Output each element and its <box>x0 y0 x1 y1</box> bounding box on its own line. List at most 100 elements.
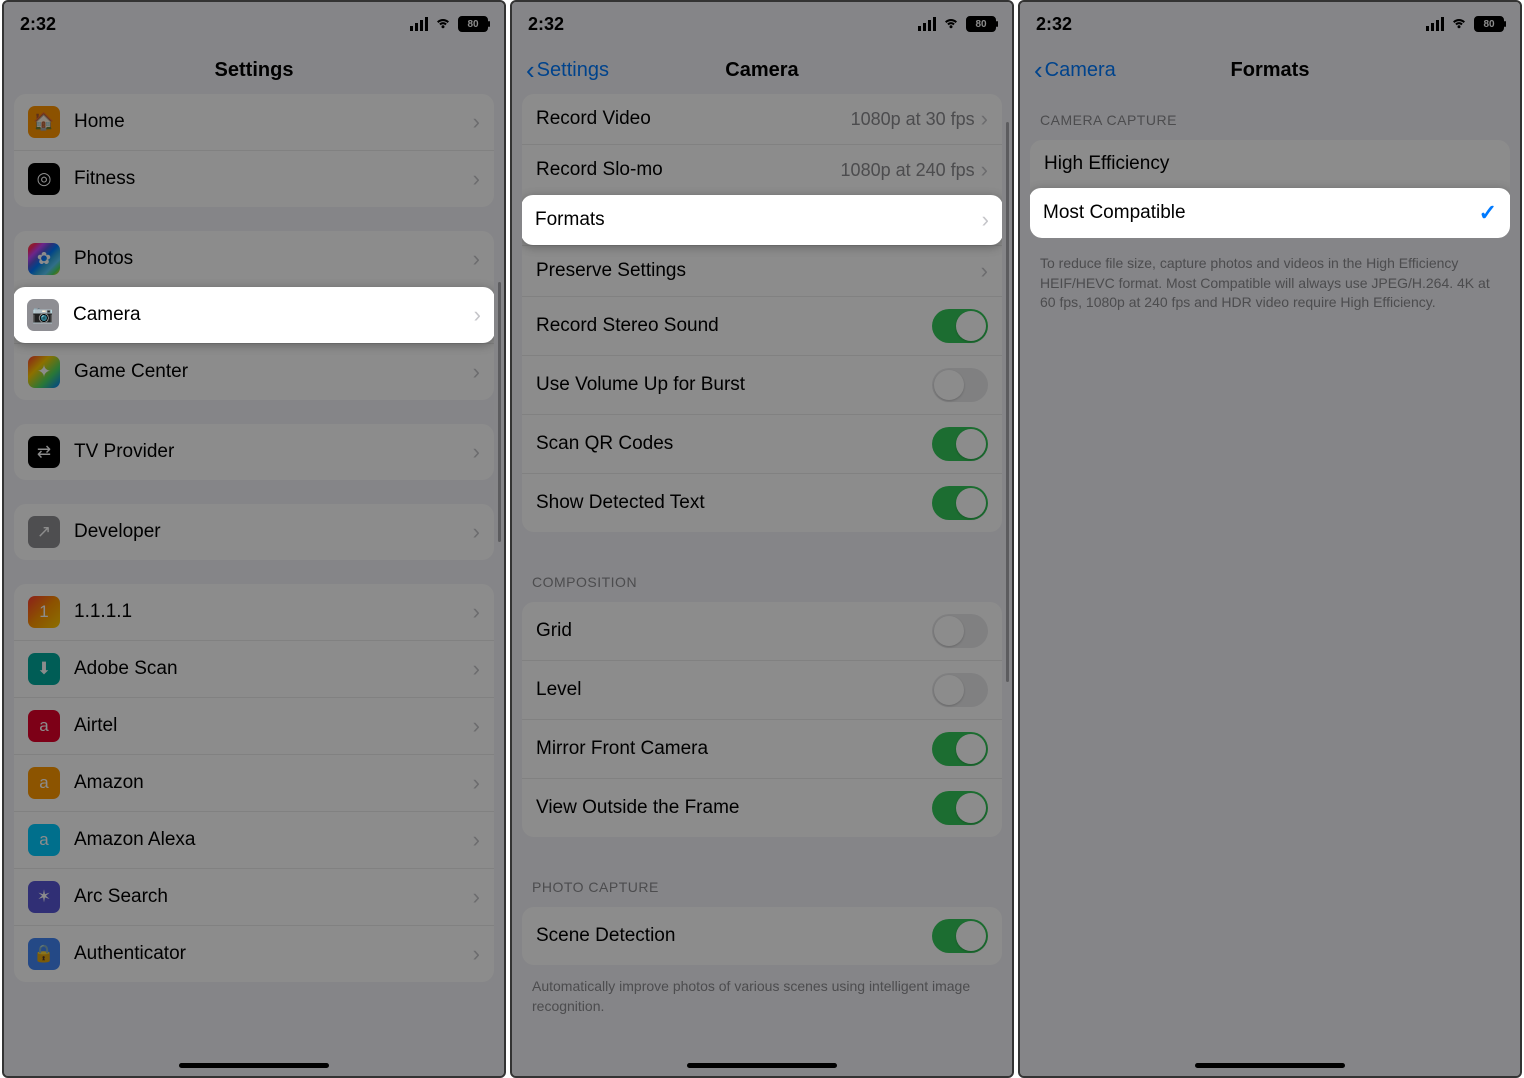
row-label: Show Detected Text <box>536 492 932 514</box>
chevron-right-icon: › <box>473 246 480 272</box>
row-high-efficiency[interactable]: High Efficiency <box>1030 140 1510 188</box>
row-photos[interactable]: ✿ Photos› <box>14 231 494 287</box>
toggle[interactable] <box>932 919 988 953</box>
toggle[interactable] <box>932 791 988 825</box>
app-icon: ⇄ <box>28 436 60 468</box>
row-label: TV Provider <box>74 441 473 463</box>
row-fitness[interactable]: ◎Fitness› <box>14 150 494 207</box>
row-label: Mirror Front Camera <box>536 738 932 760</box>
scrollbar[interactable] <box>498 282 501 542</box>
section-footer: Automatically improve photos of various … <box>512 969 1012 1016</box>
row-game-center[interactable]: ✦Game Center› <box>14 343 494 400</box>
scrollbar[interactable] <box>1006 122 1009 682</box>
row-formats[interactable]: Formats› <box>522 195 1002 245</box>
row-show-detected-text[interactable]: Show Detected Text <box>522 473 1002 532</box>
row-label: Arc Search <box>74 886 473 908</box>
settings-list[interactable]: 🏠Home›◎Fitness›✿Photos›📷Camera›✦Game Cen… <box>4 94 504 1076</box>
home-indicator[interactable] <box>179 1063 329 1068</box>
row-label: Developer <box>74 521 473 543</box>
row-level[interactable]: Level <box>522 660 1002 719</box>
app-icon: ✿ <box>28 243 60 275</box>
toggle[interactable] <box>932 673 988 707</box>
row-tv-provider[interactable]: ⇄ TV Provider› <box>14 424 494 480</box>
app-icon: ⬇ <box>28 653 60 685</box>
row-label: Fitness <box>74 168 473 190</box>
chevron-right-icon: › <box>473 439 480 465</box>
row-authenticator[interactable]: 🔒Authenticator› <box>14 925 494 982</box>
back-label: Camera <box>1045 59 1116 82</box>
app-icon: a <box>28 710 60 742</box>
back-button[interactable]: ‹ Settings <box>526 55 609 86</box>
home-indicator[interactable] <box>687 1063 837 1068</box>
row-mirror-front-camera[interactable]: Mirror Front Camera <box>522 719 1002 778</box>
row-record-video[interactable]: Record Video1080p at 30 fps› <box>522 94 1002 144</box>
row-1-1-1-1[interactable]: 11.1.1.1› <box>14 584 494 640</box>
row-preserve-settings[interactable]: Preserve Settings› <box>522 245 1002 296</box>
chevron-right-icon: › <box>982 207 989 233</box>
status-icons: 80 <box>918 14 996 35</box>
section-header: CAMERA CAPTURE <box>1020 94 1520 134</box>
row-grid[interactable]: Grid <box>522 602 1002 660</box>
back-button[interactable]: ‹ Camera <box>1034 55 1116 86</box>
clock: 2:32 <box>528 14 564 35</box>
toggle[interactable] <box>932 486 988 520</box>
home-indicator[interactable] <box>1195 1063 1345 1068</box>
row-label: Most Compatible <box>1043 202 1479 224</box>
toggle[interactable] <box>932 614 988 648</box>
row-record-stereo-sound[interactable]: Record Stereo Sound <box>522 296 1002 355</box>
row-record-slo-mo[interactable]: Record Slo-mo1080p at 240 fps› <box>522 144 1002 195</box>
row-label: Photos <box>74 248 473 270</box>
chevron-right-icon: › <box>473 166 480 192</box>
row-arc-search[interactable]: ✶Arc Search› <box>14 868 494 925</box>
row-amazon[interactable]: aAmazon› <box>14 754 494 811</box>
chevron-left-icon: ‹ <box>1034 55 1043 86</box>
settings-group: ✿Photos›📷Camera›✦Game Center› <box>14 231 494 400</box>
toggle[interactable] <box>932 427 988 461</box>
app-icon: ✶ <box>28 881 60 913</box>
battery-icon: 80 <box>1474 16 1504 32</box>
settings-group: 🏠Home›◎Fitness› <box>14 94 494 207</box>
settings-group: 11.1.1.1›⬇Adobe Scan›aAirtel›aAmazon›aAm… <box>14 584 494 982</box>
nav-bar: ‹ Settings Camera <box>512 46 1012 94</box>
chevron-right-icon: › <box>473 941 480 967</box>
row-label: Amazon Alexa <box>74 829 473 851</box>
wifi-icon <box>434 14 452 35</box>
row-home[interactable]: 🏠Home› <box>14 94 494 150</box>
chevron-right-icon: › <box>473 656 480 682</box>
chevron-right-icon: › <box>473 109 480 135</box>
row-camera[interactable]: 📷Camera› <box>14 287 494 343</box>
row-label: Amazon <box>74 772 473 794</box>
row-scene-detection[interactable]: Scene Detection <box>522 907 1002 965</box>
row-label: Game Center <box>74 361 473 383</box>
row-developer[interactable]: ↗Developer› <box>14 504 494 560</box>
row-scan-qr-codes[interactable]: Scan QR Codes <box>522 414 1002 473</box>
row-label: Scan QR Codes <box>536 433 932 455</box>
row-label: 1.1.1.1 <box>74 601 473 623</box>
row-most-compatible[interactable]: Most Compatible✓ <box>1030 188 1510 238</box>
screenshot-formats: 2:32 80 ‹ Camera Formats CAMERA CAPTURE … <box>1018 0 1522 1078</box>
row-detail: 1080p at 240 fps <box>841 160 975 181</box>
row-label: View Outside the Frame <box>536 797 932 819</box>
toggle[interactable] <box>932 732 988 766</box>
chevron-right-icon: › <box>473 827 480 853</box>
row-amazon-alexa[interactable]: aAmazon Alexa› <box>14 811 494 868</box>
app-icon: 🏠 <box>28 106 60 138</box>
chevron-right-icon: › <box>473 359 480 385</box>
chevron-right-icon: › <box>981 157 988 183</box>
signal-icon <box>1426 17 1444 31</box>
formats-list[interactable]: CAMERA CAPTURE High EfficiencyMost Compa… <box>1020 94 1520 1076</box>
row-adobe-scan[interactable]: ⬇Adobe Scan› <box>14 640 494 697</box>
nav-bar: ‹ Camera Formats <box>1020 46 1520 94</box>
toggle[interactable] <box>932 309 988 343</box>
row-airtel[interactable]: aAirtel› <box>14 697 494 754</box>
camera-settings-list[interactable]: Record Video1080p at 30 fps›Record Slo-m… <box>512 94 1012 1076</box>
nav-bar: Settings <box>4 46 504 94</box>
toggle[interactable] <box>932 368 988 402</box>
signal-icon <box>410 17 428 31</box>
row-view-outside-the-frame[interactable]: View Outside the Frame <box>522 778 1002 837</box>
battery-icon: 80 <box>458 16 488 32</box>
row-label: Level <box>536 679 932 701</box>
row-label: Record Stereo Sound <box>536 315 932 337</box>
row-use-volume-up-for-burst[interactable]: Use Volume Up for Burst <box>522 355 1002 414</box>
signal-icon <box>918 17 936 31</box>
